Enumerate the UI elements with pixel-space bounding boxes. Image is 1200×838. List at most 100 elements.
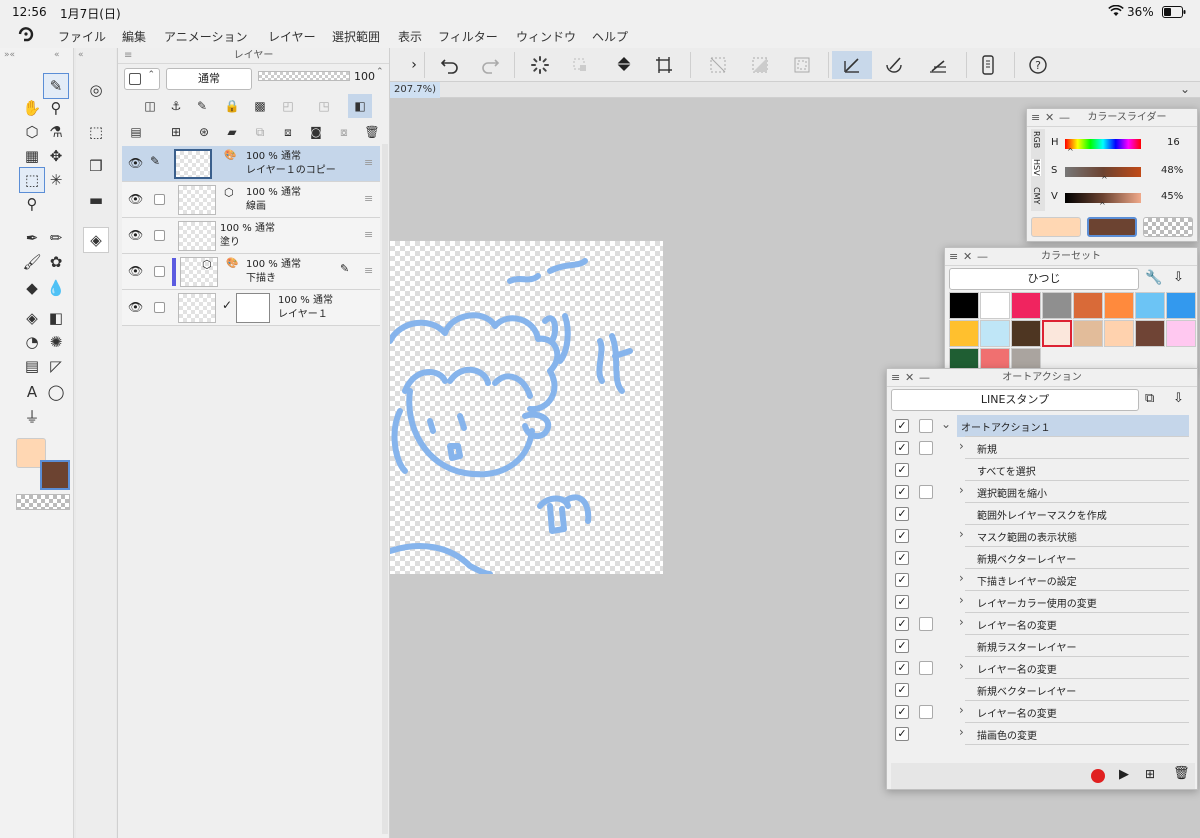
color-swatch[interactable]: [1135, 320, 1165, 347]
menu-filter[interactable]: フィルター: [438, 28, 498, 45]
ruler-range-icon[interactable]: ◳: [312, 94, 336, 118]
smartphone-icon[interactable]: [968, 51, 1008, 79]
line-correct-icon[interactable]: ◸: [44, 354, 68, 378]
auto-action-row[interactable]: ✓ 新規ベクターレイヤー: [893, 679, 1189, 701]
brush-icon[interactable]: ✎: [43, 73, 69, 99]
minimize-icon[interactable]: —: [919, 369, 930, 387]
eye-icon[interactable]: 👁: [128, 156, 143, 170]
clear-selection-icon[interactable]: [698, 51, 738, 79]
auto-action-row[interactable]: ✓ 範囲外レイヤーマスクを作成: [893, 503, 1189, 525]
balloon-icon[interactable]: ◯: [44, 380, 68, 404]
transparent-color-chip[interactable]: [1143, 217, 1193, 237]
auto-action-row[interactable]: ✓ › 下描きレイヤーの設定: [893, 569, 1189, 591]
undo-icon[interactable]: [430, 51, 470, 79]
menu-selection[interactable]: 選択範囲: [332, 28, 380, 45]
new-vector-layer-icon[interactable]: ⊛: [192, 120, 216, 144]
action-enable-checkbox[interactable]: ✓: [895, 507, 909, 521]
crop-icon[interactable]: [644, 51, 684, 79]
reference-icon[interactable]: ⚓: [164, 94, 188, 118]
action-enable-checkbox[interactable]: ✓: [895, 463, 909, 477]
figure-icon[interactable]: ◔: [20, 330, 44, 354]
frame-icon[interactable]: ▤: [20, 354, 44, 378]
hand-icon[interactable]: ✋: [20, 96, 44, 120]
main-color-chip[interactable]: [1031, 217, 1081, 237]
chevron-right-icon[interactable]: ›: [959, 703, 964, 717]
close-icon[interactable]: ✕: [1045, 109, 1054, 127]
tab-cmy[interactable]: CMY: [1032, 187, 1041, 204]
trash-icon[interactable]: 🗑: [360, 120, 384, 144]
layer-row[interactable]: 👁 ✓ 100 % 通常 レイヤー１: [122, 290, 380, 326]
create-mask-icon[interactable]: ◙: [304, 120, 328, 144]
invert-selection-icon[interactable]: [740, 51, 780, 79]
lock-icon[interactable]: 🔒: [220, 94, 244, 118]
menu-help[interactable]: ヘルプ: [592, 28, 628, 45]
play-icon[interactable]: ▶: [1119, 767, 1129, 782]
dropper-icon[interactable]: ⚲: [20, 192, 44, 216]
eye-icon[interactable]: 👁: [128, 300, 143, 314]
trash-icon[interactable]: 🗑: [1173, 766, 1190, 781]
color-swatch[interactable]: [980, 292, 1010, 319]
action-enable-checkbox[interactable]: ✓: [895, 573, 909, 587]
auto-action-row[interactable]: ✓ › レイヤーカラー使用の変更: [893, 591, 1189, 613]
snap-grid-icon[interactable]: [918, 51, 958, 79]
selection-icon[interactable]: ⬚: [19, 167, 45, 193]
duplicate-set-icon[interactable]: ⧉: [1145, 391, 1154, 406]
color-swatch[interactable]: [1073, 292, 1103, 319]
action-dialog-checkbox[interactable]: [919, 485, 933, 499]
menu-file[interactable]: ファイル: [58, 28, 106, 45]
redo-icon[interactable]: [470, 51, 510, 79]
pencil-icon[interactable]: ✏: [44, 226, 68, 250]
action-enable-checkbox[interactable]: ✓: [895, 639, 909, 653]
sub-color-chip[interactable]: [1087, 217, 1137, 237]
import-icon[interactable]: ⇩: [1173, 391, 1184, 406]
layer-check[interactable]: [154, 302, 165, 313]
new-folder-icon[interactable]: ▰: [220, 120, 244, 144]
layer-row[interactable]: 👁 ⬡ 🎨 100 % 通常 下描き ✎ ≡: [122, 254, 380, 290]
text-icon[interactable]: A: [20, 380, 44, 404]
menu-view[interactable]: 表示: [398, 28, 422, 45]
collapse-icon-3[interactable]: «: [78, 50, 84, 60]
import-icon[interactable]: ⇩: [1173, 270, 1184, 285]
color-swatch[interactable]: [1073, 320, 1103, 347]
action-dialog-checkbox[interactable]: [919, 441, 933, 455]
layer-check[interactable]: [154, 230, 165, 241]
auto-action-row[interactable]: ✓ 新規ラスターレイヤー: [893, 635, 1189, 657]
eye-icon[interactable]: 👁: [128, 264, 143, 278]
decoration-icon[interactable]: ✿: [44, 250, 68, 274]
layer-property-icon[interactable]: ▬: [84, 188, 108, 212]
material-icon[interactable]: ❒: [84, 154, 108, 178]
action-enable-checkbox[interactable]: ✓: [895, 551, 909, 565]
layer-row[interactable]: 👁 ⬡ 100 % 通常 線画 ≡: [122, 182, 380, 218]
mask-icon[interactable]: ◰: [276, 94, 300, 118]
chevron-right-icon[interactable]: ›: [959, 593, 964, 607]
color-swatch[interactable]: [1011, 320, 1041, 347]
action-enable-checkbox[interactable]: ✓: [895, 595, 909, 609]
layer-color-icon[interactable]: ◧: [348, 94, 372, 118]
loading-icon[interactable]: [520, 51, 560, 79]
pen-icon[interactable]: ✒: [20, 226, 44, 250]
action-enable-checkbox[interactable]: ✓: [895, 705, 909, 719]
document-tab[interactable]: 207.7%): [390, 82, 441, 98]
auto-action-row[interactable]: ✓ › マスク範囲の表示状態: [893, 525, 1189, 547]
layer-check[interactable]: [154, 194, 165, 205]
drag-handle-icon[interactable]: ≡: [364, 264, 373, 277]
hue-slider[interactable]: [1065, 139, 1141, 149]
gradient-icon[interactable]: ◧: [44, 306, 68, 330]
chevron-right-icon[interactable]: ›: [959, 725, 964, 739]
layers-scrollbar[interactable]: [382, 144, 388, 834]
close-icon[interactable]: ✕: [905, 369, 914, 387]
selection-border-icon[interactable]: [782, 51, 822, 79]
app-logo-icon[interactable]: [16, 26, 36, 49]
minimize-icon[interactable]: —: [1059, 109, 1070, 127]
action-enable-checkbox[interactable]: ✓: [895, 529, 909, 543]
auto-action-set-select[interactable]: LINEスタンプ: [891, 389, 1139, 411]
auto-action-row[interactable]: ✓ 新規ベクターレイヤー: [893, 547, 1189, 569]
drag-handle-icon[interactable]: ≡: [364, 228, 373, 241]
draft-icon[interactable]: ✎: [190, 94, 214, 118]
lock-transparency-icon[interactable]: ▩: [248, 94, 272, 118]
drag-handle-icon[interactable]: ≡: [1031, 109, 1040, 127]
color-set-select[interactable]: ひつじ: [949, 268, 1139, 290]
color-swatch[interactable]: [1166, 292, 1196, 319]
tab-rgb[interactable]: RGB: [1032, 131, 1041, 148]
action-enable-checkbox[interactable]: ✓: [895, 441, 909, 455]
